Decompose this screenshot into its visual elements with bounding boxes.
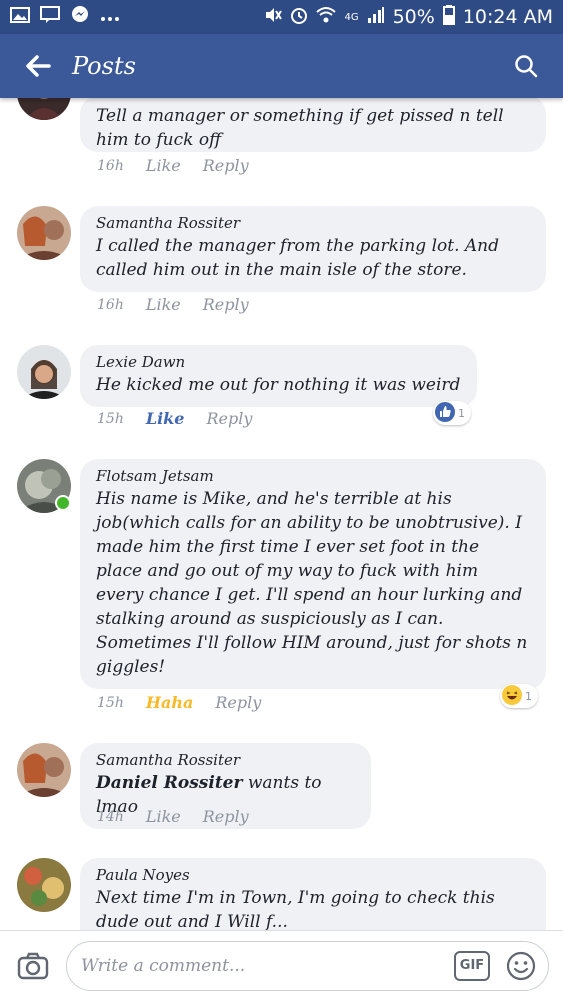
online-status-indicator (55, 495, 71, 511)
battery-percent: 50% (392, 6, 435, 28)
comment-bubble[interactable]: Tell a manager or something if get pisse… (80, 98, 546, 152)
like-button[interactable]: Like (146, 156, 181, 175)
like-button[interactable]: Like (146, 409, 185, 428)
comment-text: He kicked me out for nothing it was weir… (96, 375, 461, 395)
comment-composer: GIF (0, 930, 563, 1000)
message-icon (40, 6, 60, 28)
wifi-icon (316, 6, 337, 29)
comment-bubble[interactable]: Lexie Dawn He kicked me out for nothing … (80, 345, 477, 407)
search-icon[interactable] (509, 49, 543, 83)
comment-text: His name is Mike, and he's terrible at h… (96, 489, 528, 677)
emoji-icon[interactable] (504, 949, 538, 983)
comment-time: 16h (97, 157, 124, 174)
comment-actions: 16h Like Reply (97, 156, 249, 175)
reaction-count: 1 (525, 689, 532, 703)
comment-bubble[interactable]: Flotsam Jetsam His name is Mike, and he'… (80, 459, 546, 689)
mention-link[interactable]: Daniel Rossiter (96, 773, 242, 793)
reaction-summary[interactable]: 1 (433, 401, 471, 425)
comment-actions: 14h Like Reply (97, 807, 249, 826)
haha-reaction-button[interactable]: Haha (146, 693, 193, 712)
image-icon (10, 7, 30, 27)
reply-button[interactable]: Reply (203, 156, 249, 175)
reply-button[interactable]: Reply (203, 807, 249, 826)
signal-icon (367, 6, 385, 29)
reply-button[interactable]: Reply (203, 295, 249, 314)
comment-author[interactable]: Paula Noyes (96, 866, 530, 884)
camera-icon[interactable] (14, 947, 52, 985)
comment-input-wrapper: GIF (66, 940, 549, 991)
status-bar: 4G 50% 10:24 AM (0, 0, 563, 34)
comment-text: I called the manager from the parking lo… (96, 236, 500, 280)
comment-bubble[interactable]: Paula Noyes Next time I'm in Town, I'm g… (80, 858, 546, 930)
reaction-count: 1 (458, 406, 465, 420)
comment-time: 14h (97, 808, 124, 825)
avatar[interactable] (17, 206, 71, 260)
comment-time: 15h (97, 410, 124, 427)
messenger-icon (70, 5, 90, 29)
back-arrow-icon[interactable] (20, 48, 56, 84)
like-button[interactable]: Like (146, 807, 181, 826)
comment-actions: 15h Haha Reply (97, 693, 261, 712)
like-button[interactable]: Like (146, 295, 181, 314)
comment-author[interactable]: Flotsam Jetsam (96, 467, 530, 485)
more-dots-icon (100, 8, 120, 27)
comment-input[interactable] (81, 955, 454, 976)
comment-author[interactable]: Lexie Dawn (96, 353, 461, 371)
avatar[interactable] (17, 345, 71, 399)
mute-icon (264, 6, 283, 29)
battery-icon (442, 4, 455, 30)
page-title: Posts (72, 52, 136, 80)
comment-actions: 15h Like Reply (97, 409, 252, 428)
comment-text: Next time I'm in Town, I'm going to chec… (96, 888, 495, 930)
comment-author[interactable]: Samantha Rossiter (96, 751, 355, 769)
comment-time: 15h (97, 694, 124, 711)
avatar[interactable] (17, 858, 71, 912)
comment-text: Tell a manager or something if get pisse… (96, 106, 504, 150)
comment-actions: 16h Like Reply (97, 295, 249, 314)
app-bar: Posts (0, 34, 563, 98)
reply-button[interactable]: Reply (215, 693, 261, 712)
avatar[interactable] (17, 743, 71, 797)
avatar[interactable] (17, 98, 71, 120)
haha-reaction-icon (502, 684, 522, 708)
comment-bubble[interactable]: Samantha Rossiter I called the manager f… (80, 206, 546, 292)
reply-button[interactable]: Reply (206, 409, 252, 428)
comments-feed[interactable]: Tell a manager or something if get pisse… (0, 98, 563, 930)
comment-time: 16h (97, 296, 124, 313)
gif-button[interactable]: GIF (454, 950, 490, 981)
like-reaction-icon (435, 401, 455, 425)
network-label: 4G (344, 11, 359, 23)
reaction-summary[interactable]: 1 (500, 684, 538, 708)
alarm-icon (290, 6, 308, 29)
comment-author[interactable]: Samantha Rossiter (96, 214, 530, 232)
clock: 10:24 AM (462, 6, 553, 28)
